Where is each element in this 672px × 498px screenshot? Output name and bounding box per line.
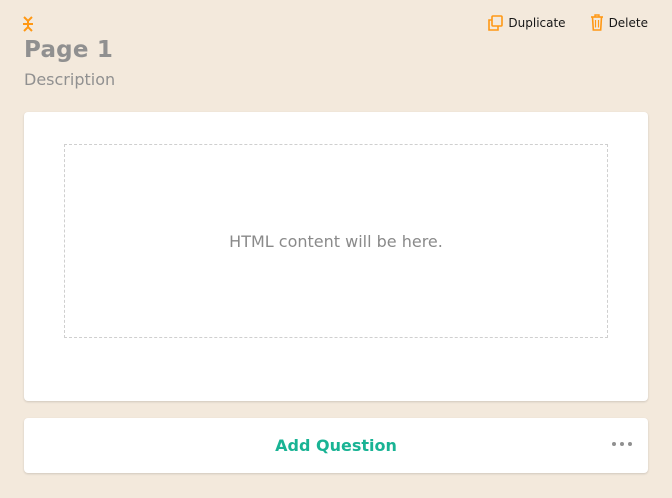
add-question-button[interactable]: Add Question xyxy=(24,418,648,473)
duplicate-button[interactable]: Duplicate xyxy=(487,14,566,31)
trash-icon xyxy=(590,14,604,31)
add-question-bar: Add Question xyxy=(24,418,648,473)
drag-handle-icon[interactable] xyxy=(22,15,34,33)
question-panel[interactable]: HTML content will be here. xyxy=(24,112,648,401)
more-dots-icon[interactable] xyxy=(612,442,632,446)
page-title[interactable]: Page 1 xyxy=(24,37,113,63)
page-actions: Duplicate Delete xyxy=(487,14,648,31)
delete-label: Delete xyxy=(608,15,648,30)
html-content-placeholder: HTML content will be here. xyxy=(64,144,608,338)
duplicate-label: Duplicate xyxy=(508,15,566,30)
page-description[interactable]: Description xyxy=(24,70,115,89)
duplicate-icon xyxy=(487,14,504,31)
delete-button[interactable]: Delete xyxy=(590,14,648,31)
